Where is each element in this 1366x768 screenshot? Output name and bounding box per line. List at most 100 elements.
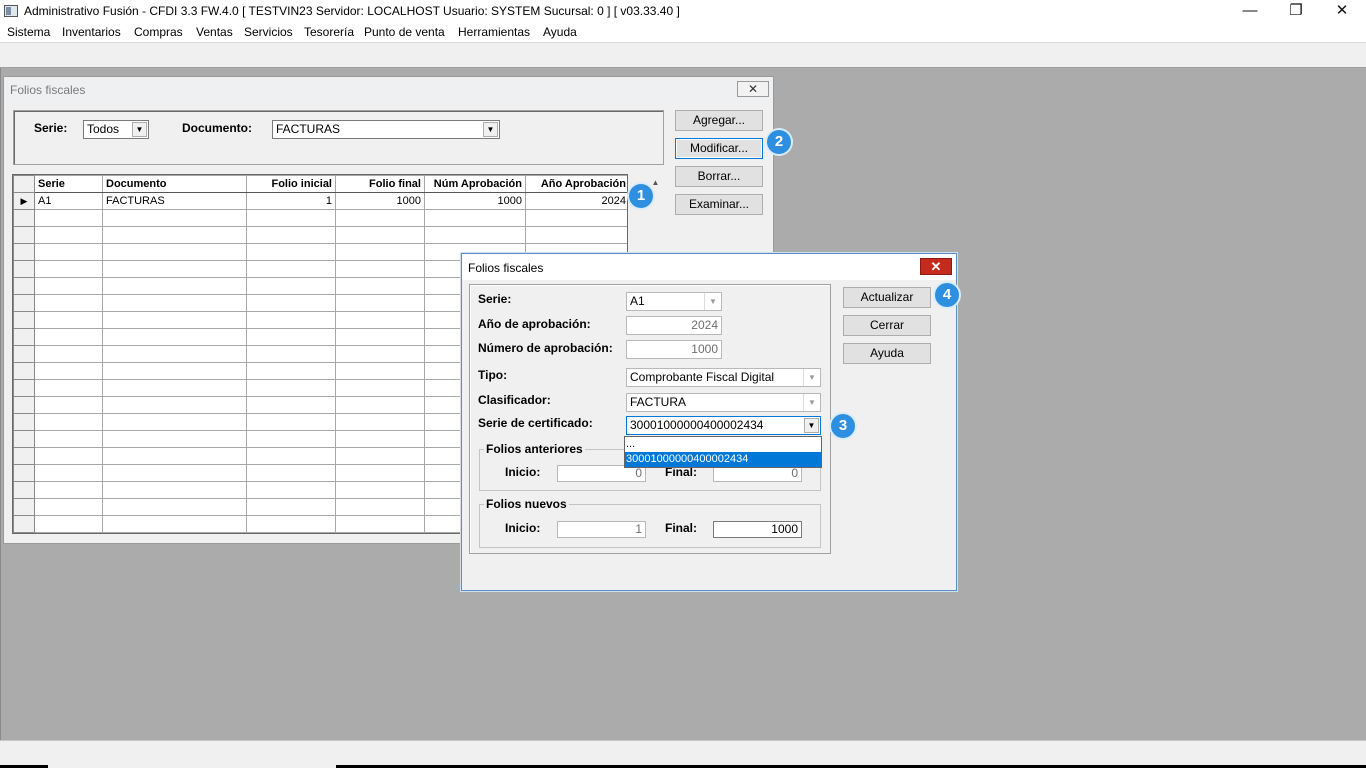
grid-cell[interactable] bbox=[102, 277, 247, 295]
grid-cell[interactable] bbox=[246, 447, 336, 465]
chevron-down-icon[interactable]: ▼ bbox=[803, 394, 820, 411]
column-header-anio-aprobacion[interactable]: Año Aprobación bbox=[525, 175, 627, 193]
grid-cell[interactable] bbox=[102, 481, 247, 499]
grid-cell[interactable] bbox=[102, 464, 247, 482]
cell-anio-aprobacion[interactable]: 2024 bbox=[525, 192, 627, 210]
grid-cell[interactable] bbox=[34, 243, 103, 261]
grid-cell[interactable] bbox=[246, 379, 336, 397]
grid-cell[interactable] bbox=[335, 379, 425, 397]
serie-certificado-dropdown-list[interactable]: ... 30001000000400002434 bbox=[624, 436, 822, 468]
table-row[interactable]: ▶ A1 FACTURAS 1 1000 1000 2024 bbox=[13, 192, 627, 210]
grid-cell[interactable] bbox=[335, 413, 425, 431]
grid-cell[interactable] bbox=[102, 243, 247, 261]
menu-servicios[interactable]: Servicios bbox=[244, 25, 293, 39]
grid-cell[interactable] bbox=[102, 226, 247, 244]
restore-icon[interactable]: ❐ bbox=[1273, 0, 1319, 24]
ayuda-button[interactable]: Ayuda bbox=[843, 343, 931, 364]
cell-documento[interactable]: FACTURAS bbox=[102, 192, 247, 210]
row-selector[interactable] bbox=[13, 379, 35, 397]
row-selector[interactable] bbox=[13, 243, 35, 261]
modificar-button[interactable]: Modificar... bbox=[675, 138, 763, 159]
grid-cell[interactable] bbox=[335, 277, 425, 295]
nuevos-inicio-field[interactable]: 1 bbox=[557, 521, 646, 538]
grid-cell[interactable] bbox=[34, 294, 103, 312]
column-header-folio-inicial[interactable]: Folio inicial bbox=[246, 175, 336, 193]
grid-cell[interactable] bbox=[34, 464, 103, 482]
grid-cell[interactable] bbox=[34, 362, 103, 380]
row-selector[interactable] bbox=[13, 481, 35, 499]
serie-select[interactable]: A1 ▼ bbox=[626, 292, 722, 311]
grid-cell[interactable] bbox=[34, 379, 103, 397]
grid-cell[interactable] bbox=[34, 413, 103, 431]
grid-cell[interactable] bbox=[34, 498, 103, 516]
menu-ventas[interactable]: Ventas bbox=[196, 25, 233, 39]
close-icon[interactable]: ✕ bbox=[920, 258, 952, 275]
cell-folio-final[interactable]: 1000 bbox=[335, 192, 425, 210]
grid-cell[interactable] bbox=[335, 515, 425, 533]
row-selector[interactable] bbox=[13, 328, 35, 346]
grid-cell[interactable] bbox=[102, 447, 247, 465]
row-selector[interactable] bbox=[13, 209, 35, 227]
examinar-button[interactable]: Examinar... bbox=[675, 194, 763, 215]
chevron-down-icon[interactable]: ▼ bbox=[804, 418, 819, 433]
minimize-icon[interactable]: — bbox=[1227, 0, 1273, 24]
grid-cell[interactable] bbox=[34, 311, 103, 329]
cell-folio-inicial[interactable]: 1 bbox=[246, 192, 336, 210]
grid-cell[interactable] bbox=[246, 209, 336, 227]
grid-cell[interactable] bbox=[335, 481, 425, 499]
grid-cell[interactable] bbox=[246, 362, 336, 380]
grid-cell[interactable] bbox=[525, 209, 627, 227]
grid-cell[interactable] bbox=[335, 311, 425, 329]
grid-cell[interactable] bbox=[335, 362, 425, 380]
row-selector[interactable] bbox=[13, 498, 35, 516]
menu-herramientas[interactable]: Herramientas bbox=[458, 25, 530, 39]
grid-cell[interactable] bbox=[34, 515, 103, 533]
documento-filter-select[interactable]: FACTURAS ▼ bbox=[272, 120, 500, 139]
serie-certificado-select[interactable]: 30001000000400002434 ▼ bbox=[626, 416, 821, 435]
chevron-down-icon[interactable]: ▼ bbox=[483, 122, 498, 137]
menu-tesoreria[interactable]: Tesorería bbox=[304, 25, 354, 39]
grid-cell[interactable] bbox=[246, 515, 336, 533]
chevron-down-icon[interactable]: ▼ bbox=[803, 369, 820, 386]
chevron-down-icon[interactable]: ▼ bbox=[704, 293, 721, 310]
grid-cell[interactable] bbox=[34, 328, 103, 346]
menu-punto-de-venta[interactable]: Punto de venta bbox=[364, 25, 445, 39]
grid-cell[interactable] bbox=[335, 260, 425, 278]
grid-cell[interactable] bbox=[246, 328, 336, 346]
grid-cell[interactable] bbox=[246, 464, 336, 482]
grid-cell[interactable] bbox=[102, 294, 247, 312]
grid-cell[interactable] bbox=[34, 430, 103, 448]
grid-cell[interactable] bbox=[102, 362, 247, 380]
tipo-select[interactable]: Comprobante Fiscal Digital ▼ bbox=[626, 368, 821, 387]
grid-cell[interactable] bbox=[246, 226, 336, 244]
menu-compras[interactable]: Compras bbox=[134, 25, 183, 39]
column-header-num-aprobacion[interactable]: Núm Aprobación bbox=[424, 175, 526, 193]
row-selector[interactable] bbox=[13, 515, 35, 533]
table-row[interactable] bbox=[13, 209, 627, 227]
grid-cell[interactable] bbox=[102, 396, 247, 414]
column-header-serie[interactable]: Serie bbox=[34, 175, 103, 193]
grid-cell[interactable] bbox=[335, 498, 425, 516]
borrar-button[interactable]: Borrar... bbox=[675, 166, 763, 187]
grid-cell[interactable] bbox=[335, 464, 425, 482]
grid-cell[interactable] bbox=[424, 226, 526, 244]
grid-cell[interactable] bbox=[102, 498, 247, 516]
menu-ayuda[interactable]: Ayuda bbox=[543, 25, 577, 39]
grid-cell[interactable] bbox=[246, 396, 336, 414]
cerrar-button[interactable]: Cerrar bbox=[843, 315, 931, 336]
serie-filter-select[interactable]: Todos ▼ bbox=[83, 120, 149, 139]
row-selector[interactable] bbox=[13, 311, 35, 329]
grid-cell[interactable] bbox=[102, 379, 247, 397]
agregar-button[interactable]: Agregar... bbox=[675, 110, 763, 131]
grid-cell[interactable] bbox=[34, 277, 103, 295]
grid-cell[interactable] bbox=[335, 396, 425, 414]
menu-sistema[interactable]: Sistema bbox=[7, 25, 50, 39]
grid-cell[interactable] bbox=[335, 226, 425, 244]
clasificador-select[interactable]: FACTURA ▼ bbox=[626, 393, 821, 412]
grid-cell[interactable] bbox=[246, 413, 336, 431]
grid-cell[interactable] bbox=[102, 515, 247, 533]
grid-cell[interactable] bbox=[335, 447, 425, 465]
row-selector[interactable] bbox=[13, 277, 35, 295]
grid-cell[interactable] bbox=[525, 226, 627, 244]
grid-cell[interactable] bbox=[246, 243, 336, 261]
